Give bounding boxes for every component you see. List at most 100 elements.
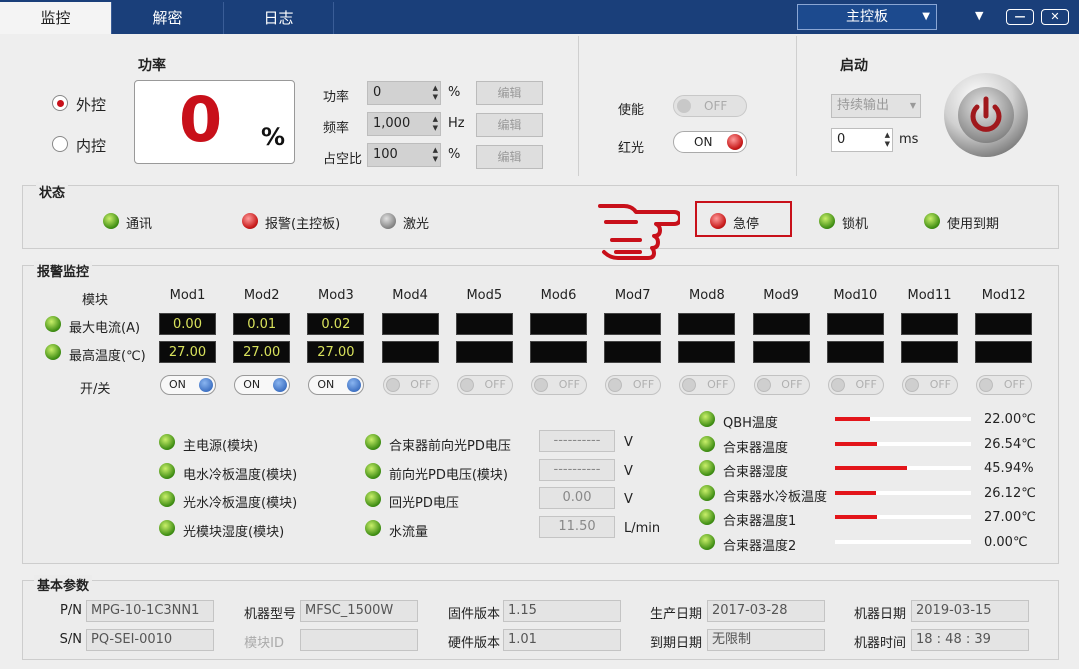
check-led bbox=[365, 491, 381, 507]
switch-state: ON bbox=[169, 378, 186, 391]
external-control-radio[interactable] bbox=[52, 95, 68, 111]
tab-decrypt[interactable]: 解密 bbox=[112, 2, 224, 34]
duty-input[interactable]: 100 ▲ ▼ bbox=[367, 143, 441, 167]
spinner-icon[interactable]: ▲ ▼ bbox=[433, 115, 438, 133]
close-button[interactable]: ✕ bbox=[1041, 9, 1069, 25]
duty-unit: % bbox=[448, 147, 461, 162]
enable-state: OFF bbox=[704, 99, 728, 113]
power-title: 功率 bbox=[138, 58, 166, 74]
status-panel bbox=[22, 185, 1059, 249]
module-header-5: Mod5 bbox=[466, 288, 503, 303]
power-edit-button[interactable]: 编辑 bbox=[476, 81, 543, 105]
board-select[interactable]: 主控板 ▼ bbox=[797, 4, 937, 30]
switch-state: OFF bbox=[484, 378, 506, 391]
module-id-label: 模块ID bbox=[244, 636, 284, 651]
switch-state: OFF bbox=[632, 378, 655, 391]
module-switch-1[interactable]: ON bbox=[160, 375, 216, 395]
check-label: 合束器前向光PD电压 bbox=[389, 439, 511, 454]
check-value: ---------- bbox=[539, 430, 615, 452]
module-header-2: Mod2 bbox=[243, 288, 280, 303]
sn-label: S/N bbox=[59, 632, 82, 647]
red-light-toggle[interactable]: ON bbox=[673, 131, 747, 153]
pointing-hand-icon bbox=[598, 204, 680, 260]
power-display: 0 % bbox=[134, 80, 295, 164]
check-led bbox=[365, 434, 381, 450]
sensor-value: 26.12℃ bbox=[984, 485, 1036, 501]
status-label: 锁机 bbox=[842, 217, 869, 232]
enable-toggle[interactable]: OFF bbox=[673, 95, 747, 117]
sensor-bar bbox=[835, 466, 971, 470]
module-switch-11[interactable]: OFF bbox=[902, 375, 958, 395]
module-temp-10 bbox=[826, 341, 884, 363]
model-field: MFSC_1500W bbox=[300, 600, 418, 622]
tab-monitor[interactable]: 监控 bbox=[0, 2, 112, 34]
sensor-value: 0.00℃ bbox=[984, 534, 1028, 550]
module-temp-1: 27.00 bbox=[159, 341, 216, 363]
module-switch-4[interactable]: OFF bbox=[382, 375, 439, 395]
power-start-button[interactable] bbox=[944, 73, 1028, 157]
status-led bbox=[242, 213, 258, 229]
frequency-edit-button[interactable]: 编辑 bbox=[476, 113, 543, 137]
module-temp-7 bbox=[604, 341, 662, 363]
check-label: 水流量 bbox=[389, 524, 429, 540]
module-switch-9[interactable]: OFF bbox=[753, 375, 810, 395]
max-current-label: 最大电流(A) bbox=[69, 321, 141, 336]
spinner-icon[interactable]: ▲ ▼ bbox=[433, 84, 438, 102]
module-current-6 bbox=[530, 313, 587, 335]
module-switch-12[interactable]: OFF bbox=[976, 375, 1033, 395]
power-value: 0 bbox=[179, 83, 223, 156]
production-date-field: 2017-03-28 bbox=[707, 600, 825, 622]
power-unit: % bbox=[261, 123, 286, 151]
menu-arrow-icon[interactable]: ▼ bbox=[975, 9, 983, 22]
module-switch-2[interactable]: ON bbox=[234, 375, 291, 395]
module-switch-7[interactable]: OFF bbox=[605, 375, 662, 395]
switch-knob bbox=[199, 378, 213, 392]
sensor-led bbox=[699, 533, 715, 550]
switch-knob bbox=[459, 378, 474, 392]
status-label: 报警(主控板) bbox=[265, 217, 341, 232]
frequency-input[interactable]: 1,000 ▲ ▼ bbox=[367, 112, 441, 136]
sensor-bar-fill bbox=[835, 441, 878, 446]
internal-control-radio[interactable] bbox=[52, 136, 68, 152]
sensor-led bbox=[699, 411, 715, 427]
spinner-icon[interactable]: ▲ ▼ bbox=[885, 131, 890, 149]
hardware-field: 1.01 bbox=[503, 629, 621, 651]
sensor-bar-fill bbox=[835, 466, 908, 470]
module-temp-2: 27.00 bbox=[233, 341, 291, 363]
power-setting-input[interactable]: 0 ▲ ▼ bbox=[367, 81, 441, 105]
module-switch-5[interactable]: OFF bbox=[456, 375, 513, 395]
check-led bbox=[159, 434, 175, 450]
output-mode-select[interactable]: 持续输出 ▼ bbox=[831, 94, 921, 118]
status-title: 状态 bbox=[36, 182, 69, 201]
status-label: 激光 bbox=[403, 217, 430, 232]
check-unit: V bbox=[624, 492, 633, 507]
module-switch-8[interactable]: OFF bbox=[679, 375, 736, 395]
status-label: 使用到期 bbox=[947, 217, 1000, 232]
duty-edit-button[interactable]: 编辑 bbox=[476, 145, 543, 169]
sensor-label: 合束器温度 bbox=[723, 440, 789, 456]
module-header: 模块 bbox=[82, 293, 109, 308]
duration-input[interactable]: 0 ▲ ▼ bbox=[831, 128, 893, 152]
power-icon bbox=[958, 87, 1014, 143]
status-led bbox=[380, 213, 396, 229]
switch-knob bbox=[273, 378, 288, 392]
check-unit: L/min bbox=[624, 520, 661, 536]
module-current-5 bbox=[455, 313, 513, 335]
tab-log[interactable]: 日志 bbox=[224, 2, 334, 34]
red-light-label: 红光 bbox=[618, 141, 645, 156]
minimize-button[interactable]: — bbox=[1006, 9, 1034, 25]
module-current-2: 0.01 bbox=[233, 313, 291, 335]
check-label: 电水冷板温度(模块) bbox=[183, 467, 298, 483]
sensor-value: 26.54℃ bbox=[984, 436, 1036, 452]
switch-knob bbox=[756, 378, 771, 392]
max-temp-label: 最高温度(℃) bbox=[69, 349, 146, 364]
module-switch-3[interactable]: ON bbox=[308, 375, 365, 395]
machine-date-field: 2019-03-15 bbox=[911, 600, 1029, 622]
frequency-label: 频率 bbox=[323, 121, 350, 136]
module-switch-10[interactable]: OFF bbox=[827, 375, 884, 395]
spinner-icon[interactable]: ▲ ▼ bbox=[433, 146, 438, 164]
module-header-4: Mod4 bbox=[392, 288, 428, 303]
module-switch-6[interactable]: OFF bbox=[531, 375, 587, 395]
hardware-label: 硬件版本 bbox=[447, 636, 500, 651]
sensor-led bbox=[699, 484, 715, 501]
